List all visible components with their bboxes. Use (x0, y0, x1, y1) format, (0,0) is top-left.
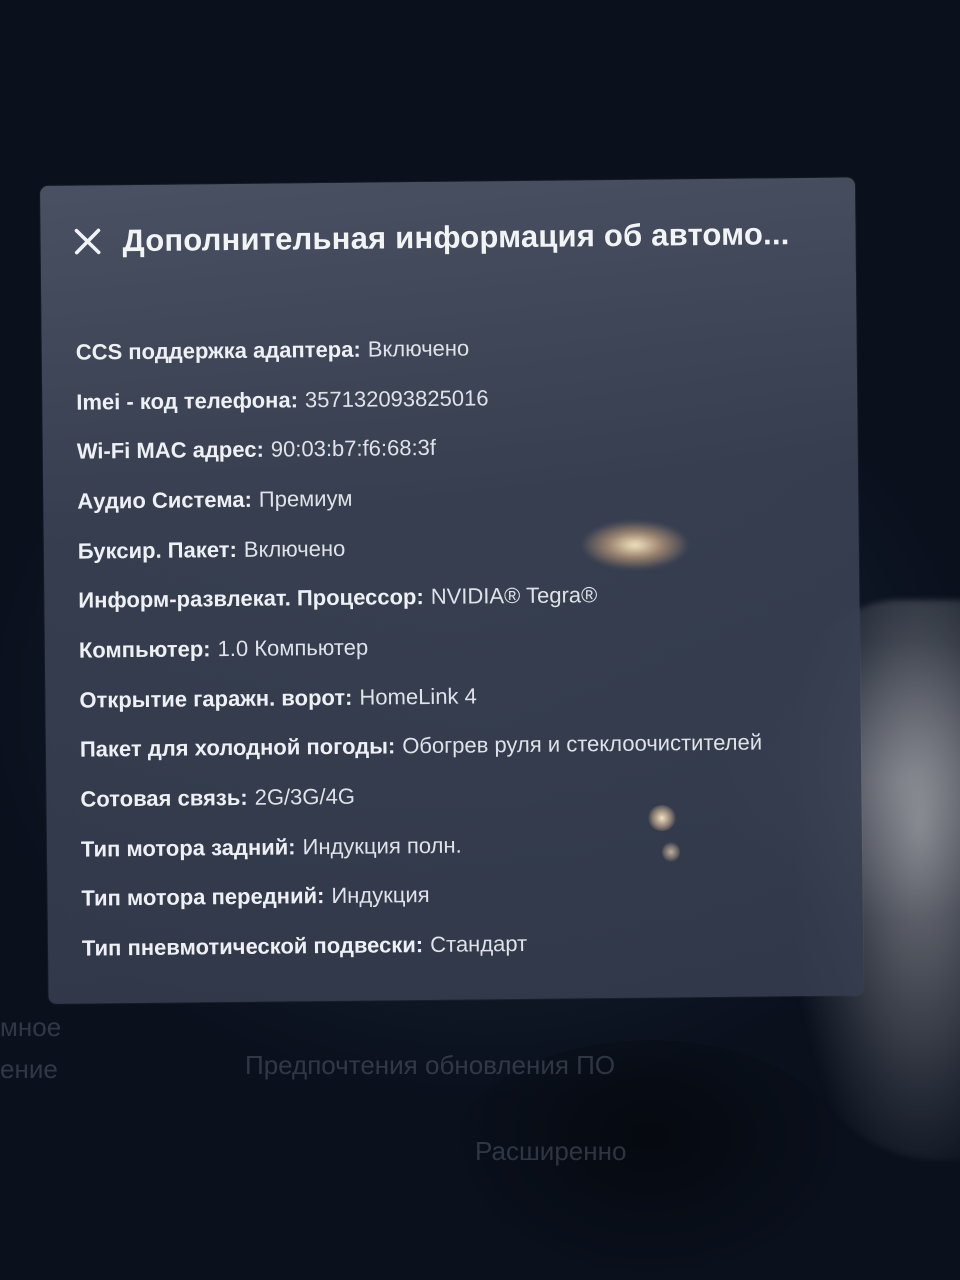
info-value: 90:03:b7:f6:68:3f (270, 435, 437, 462)
info-separator: : (316, 883, 325, 909)
info-separator: : (244, 486, 252, 512)
info-key: Wi-Fi MAC адрес (76, 436, 257, 464)
info-value: HomeLink 4 (359, 683, 477, 710)
info-value: Индукция (331, 882, 430, 909)
info-row: Тип мотора передний: Индукция (81, 867, 764, 924)
info-separator: : (288, 834, 296, 860)
info-key: Тип мотора задний (80, 834, 289, 862)
info-key: Тип мотора передний (81, 883, 318, 912)
info-row: Пакет для холодной погоды: Обогрев руля и… (80, 718, 763, 775)
info-key: Пакет для холодной погоды (79, 733, 389, 762)
additional-vehicle-info-dialog: Дополнительная информация об автомо... C… (40, 177, 864, 1004)
info-separator: : (416, 584, 424, 610)
info-row: CCS поддержка адаптера: Включено (75, 320, 758, 377)
info-value: 2G/3G/4G (254, 783, 356, 810)
info-value: Включено (367, 335, 470, 362)
info-separator: : (229, 536, 237, 562)
info-separator: : (290, 386, 299, 412)
info-separator: : (240, 784, 248, 810)
info-row: Компьютер:1.0 Компьютер (79, 619, 762, 676)
advanced-option-label: Расширенно (475, 1136, 627, 1166)
info-separator: : (203, 636, 211, 662)
close-icon (74, 228, 101, 255)
info-separator: : (256, 436, 264, 462)
info-key: Сотовая связь (80, 784, 241, 812)
info-row: Информ-развлекат. Процессор: NVIDIA® Tegr… (78, 569, 761, 626)
info-key: Компьютер (78, 636, 204, 663)
info-key: Тип пневмотической подвески (81, 932, 416, 961)
light-reflection (580, 520, 690, 570)
close-button[interactable] (70, 224, 104, 258)
info-key: Буксир. Пакет (77, 536, 230, 564)
info-key: Imei - код телефона (76, 386, 291, 415)
info-separator: : (415, 932, 424, 958)
screen: мное ение Предпочтения обновления ПО Рас… (0, 0, 960, 1280)
background-menu-text: мное (0, 1012, 62, 1042)
info-key: Аудио Система (77, 486, 245, 514)
info-value: Премиум (258, 485, 353, 512)
info-value: Включено (243, 535, 346, 562)
dialog-title: Дополнительная информация об автомо... (122, 216, 790, 259)
light-reflection (662, 842, 680, 862)
background-menu-text: ение (0, 1054, 58, 1084)
dialog-header: Дополнительная информация об автомо... (70, 216, 790, 260)
info-value: Стандарт (430, 931, 528, 958)
info-value: NVIDIA® Tegra® (430, 582, 598, 610)
info-value: 357132093825016 (304, 384, 489, 412)
light-reflection (648, 805, 676, 831)
info-separator: : (353, 336, 361, 362)
info-value: Индукция полн. (302, 832, 462, 860)
info-separator: : (387, 733, 396, 759)
info-row: Imei - код телефона:357132093825016 (76, 370, 759, 427)
info-value: Обогрев руля и стеклоочистителей (402, 729, 763, 759)
info-separator: : (344, 684, 353, 710)
vehicle-info-list: CCS поддержка адаптера: Включено Imei - ко… (75, 320, 764, 973)
info-row: Аудио Система: Премиум (77, 470, 760, 527)
info-key: Открытие гаражн. ворот (79, 684, 346, 713)
info-row: Открытие гаражн. ворот: HomeLink 4 (79, 668, 762, 725)
info-key: CCS поддержка адаптера (75, 336, 354, 365)
info-value: 1.0 Компьютер (217, 634, 369, 662)
info-row: Wi-Fi MAC адрес:90:03:b7:f6:68:3f (77, 420, 760, 477)
info-key: Информ-развлекат. Процессор (78, 584, 417, 613)
software-update-preferences-label: Предпочтения обновления ПО (245, 1050, 616, 1080)
info-row: Тип пневмотической подвески: Стандарт (82, 917, 765, 974)
